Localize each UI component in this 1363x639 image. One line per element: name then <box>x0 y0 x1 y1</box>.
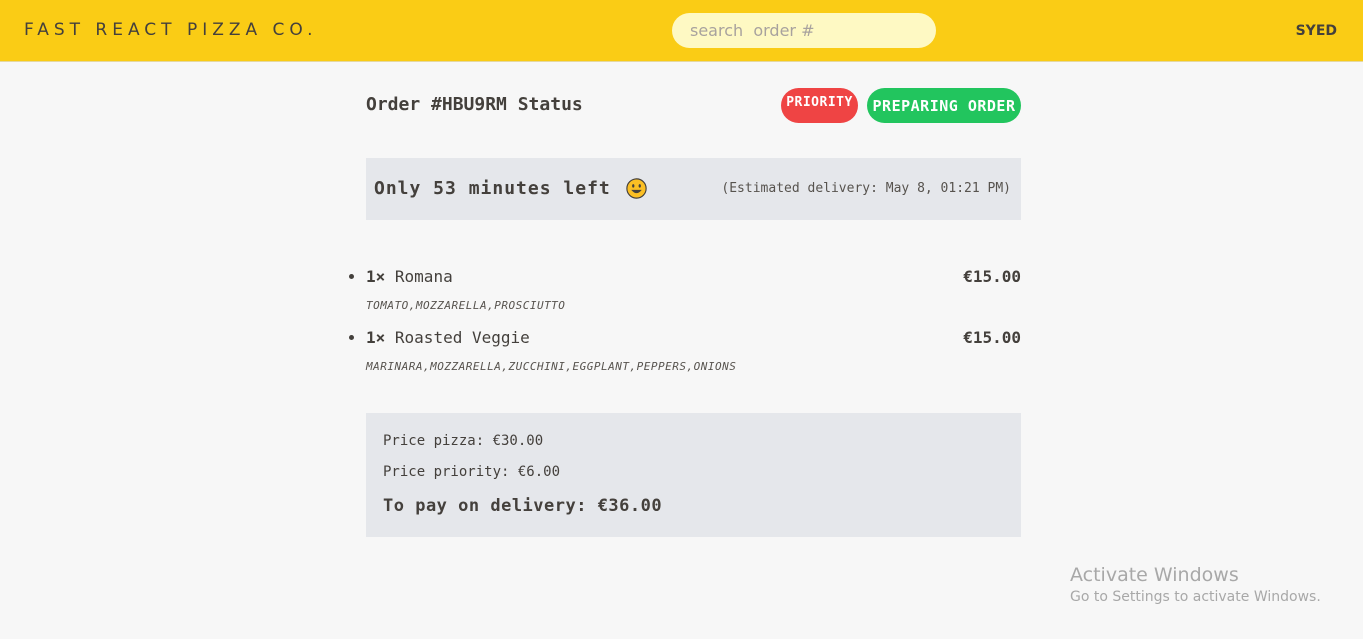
item-price: €15.00 <box>963 267 1021 286</box>
item-qty: 1× <box>366 328 386 347</box>
search-order-input[interactable] <box>672 13 936 48</box>
app-logo-link[interactable]: Fast React Pizza Co. <box>24 20 318 40</box>
price-priority: Price priority: €6.00 <box>383 464 561 480</box>
watermark-title: Activate Windows <box>1070 564 1239 586</box>
delivery-time-panel: Only 53 minutes left (Estimated delivery… <box>366 158 1021 220</box>
smiley-icon <box>626 178 647 199</box>
watermark-subtitle: Go to Settings to activate Windows. <box>1070 589 1321 605</box>
status-badge: PREPARING ORDER <box>867 88 1021 123</box>
time-left-text: Only 53 minutes left <box>374 178 611 199</box>
item-title: 1× Roasted Veggie <box>366 328 530 347</box>
to-pay-total: To pay on delivery: €36.00 <box>383 496 663 516</box>
item-name: Roasted Veggie <box>394 328 530 347</box>
app-header: Fast React Pizza Co. SYED <box>0 0 1363 62</box>
item-title: 1× Romana <box>366 267 453 286</box>
item-qty: 1× <box>366 267 386 286</box>
price-pizza: Price pizza: €30.00 <box>383 433 544 449</box>
order-title: Order #HBU9RM Status <box>366 94 583 115</box>
list-item: 1× Roasted Veggie €15.00 MARINARA,MOZZAR… <box>366 328 1021 373</box>
list-item: 1× Romana €15.00 TOMATO,MOZZARELLA,PROSC… <box>366 267 1021 312</box>
item-ingredients: TOMATO,MOZZARELLA,PROSCIUTTO <box>366 299 566 312</box>
username: SYED <box>1295 23 1337 39</box>
item-ingredients: MARINARA,MOZZARELLA,ZUCCHINI,EGGPLANT,PE… <box>366 360 737 373</box>
estimated-delivery: (Estimated delivery: May 8, 01:21 PM) <box>721 181 1011 196</box>
price-summary-panel: Price pizza: €30.00 Price priority: €6.0… <box>366 413 1021 537</box>
item-name: Romana <box>394 267 453 286</box>
priority-badge: PRIORITY <box>781 88 858 123</box>
windows-activation-watermark: Activate Windows Go to Settings to activ… <box>1070 564 1321 605</box>
item-price: €15.00 <box>963 328 1021 347</box>
